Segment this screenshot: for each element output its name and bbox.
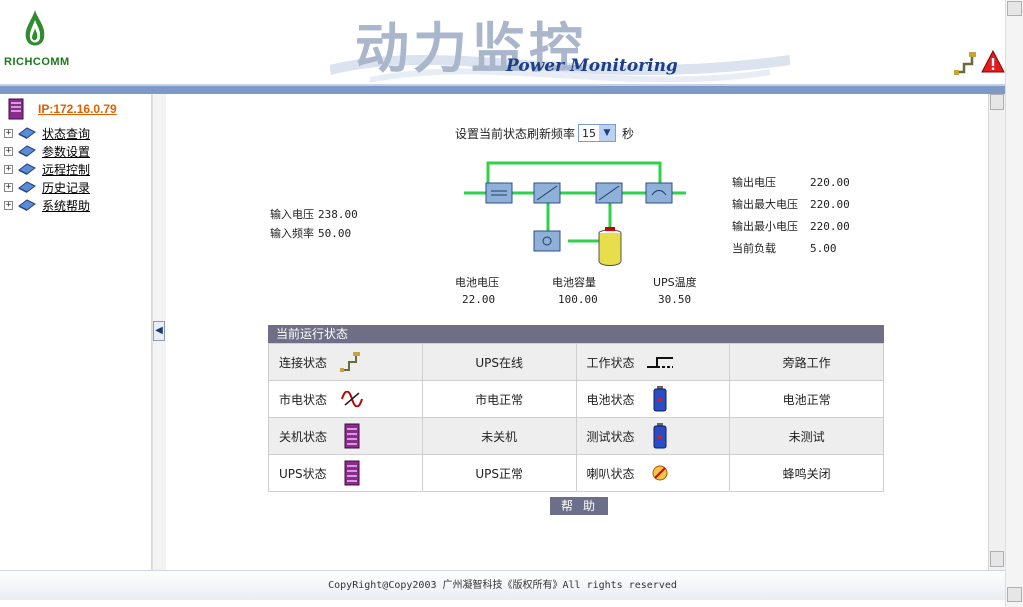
- refresh-rate-row: 设置当前状态刷新频率 15 ▼ 秒: [455, 124, 634, 142]
- banner-title-en: Power Monitoring: [506, 56, 678, 76]
- server-icon: [344, 460, 360, 486]
- ups-temp-label: UPS温度: [653, 276, 697, 289]
- plug-icon[interactable]: [954, 50, 980, 76]
- logo-drop-icon: [25, 10, 45, 46]
- status-value: 未测试: [729, 417, 884, 455]
- status-value: UPS在线: [421, 343, 577, 381]
- scroll-down-button[interactable]: [1007, 587, 1022, 602]
- plug-icon: [340, 352, 361, 372]
- status-cell: UPS状态: [268, 454, 423, 492]
- input-voltage: 输入电压 238.00: [270, 208, 358, 221]
- ip-link[interactable]: IP:172.16.0.79: [38, 102, 117, 116]
- header: RICHCOMM 动力监控 Power Monitoring: [0, 0, 1023, 94]
- expand-icon[interactable]: +: [4, 164, 13, 174]
- status-cell: 工作状态: [575, 343, 731, 381]
- status-value: 未关机: [421, 417, 577, 455]
- sidebar-item-label[interactable]: 参数设置: [42, 143, 90, 160]
- buzzer-off-icon: [652, 465, 668, 481]
- status-value: 电池正常: [729, 380, 884, 418]
- battery-icon: [653, 423, 667, 449]
- expand-icon[interactable]: +: [4, 146, 13, 156]
- status-cell: 测试状态: [575, 417, 731, 455]
- app-window: RICHCOMM 动力监控 Power Monitoring IP:172.16…: [0, 0, 1023, 607]
- sidebar-item-remote-control[interactable]: + 远程控制: [4, 160, 90, 178]
- sidebar-item-label[interactable]: 远程控制: [42, 161, 90, 178]
- scroll-down-button[interactable]: [990, 551, 1004, 567]
- table-row: 连接状态 UPS在线 工作状态 旁路工作: [268, 343, 884, 381]
- status-cell: 市电状态: [268, 380, 423, 418]
- status-table: 连接状态 UPS在线 工作状态 旁路工作 市电状态 市电正常 电池状态 电池正常…: [268, 343, 884, 492]
- status-cell: 喇叭状态: [575, 454, 731, 492]
- output-voltage: 输出电压 220.00: [732, 176, 850, 189]
- sidebar-item-status-query[interactable]: + 状态查询: [4, 124, 90, 142]
- expand-icon[interactable]: +: [4, 182, 13, 192]
- battery-tank-icon: [598, 227, 622, 266]
- status-cell: 连接状态: [268, 343, 423, 381]
- refresh-rate-unit: 秒: [622, 126, 635, 141]
- book-icon: [18, 127, 36, 139]
- status-value: UPS正常: [421, 454, 577, 492]
- output-block-icon: [645, 182, 673, 204]
- sidebar-item-history[interactable]: + 历史记录: [4, 178, 90, 196]
- inverter-block-icon: [533, 182, 561, 204]
- battery-capacity-value: 100.00: [558, 293, 598, 306]
- sidebar-item-system-help[interactable]: + 系统帮助: [4, 196, 90, 214]
- server-icon: [8, 98, 24, 120]
- chevron-down-icon[interactable]: ▼: [599, 125, 616, 141]
- ac-mains-icon: [341, 391, 363, 407]
- battery-icon: [653, 386, 667, 412]
- output-max-voltage: 输出最大电压 220.00: [732, 198, 850, 211]
- footer-copyright: CopyRight@Copy2003 广州凝智科技《版权所有》All right…: [0, 570, 1005, 600]
- table-row: 关机状态 未关机 测试状态 未测试: [268, 417, 884, 455]
- battery-voltage-value: 22.00: [462, 293, 496, 306]
- book-icon: [18, 181, 36, 193]
- current-load: 当前负载 5.00: [732, 242, 837, 255]
- status-value: 市电正常: [421, 380, 577, 418]
- help-button[interactable]: 帮助: [550, 497, 608, 515]
- switch-block-icon: [595, 182, 623, 204]
- scroll-up-button[interactable]: [1007, 1, 1022, 16]
- ip-row: IP:172.16.0.79: [8, 98, 117, 120]
- sidebar-item-label[interactable]: 状态查询: [42, 125, 90, 142]
- book-icon: [18, 163, 36, 175]
- battery-voltage-label: 电池电压: [455, 276, 499, 289]
- rectifier-block-icon: [485, 182, 513, 204]
- main-scrollbar[interactable]: [988, 94, 1005, 570]
- status-panel-title: 当前运行状态: [268, 325, 884, 343]
- bypass-icon: [646, 357, 673, 368]
- sidebar-item-label[interactable]: 系统帮助: [42, 197, 90, 214]
- refresh-rate-select[interactable]: 15 ▼: [578, 124, 617, 142]
- expand-icon[interactable]: +: [4, 200, 13, 210]
- collapse-sidebar-button[interactable]: ◀: [153, 321, 165, 341]
- sidebar-item-label[interactable]: 历史记录: [42, 179, 90, 196]
- table-row: UPS状态 UPS正常 喇叭状态 蜂鸣关闭: [268, 454, 884, 492]
- server-icon: [344, 423, 360, 449]
- status-value: 蜂鸣关闭: [729, 454, 884, 492]
- book-icon: [18, 145, 36, 157]
- output-min-voltage: 输出最小电压 220.00: [732, 220, 850, 233]
- ups-temp-value: 30.50: [658, 293, 692, 306]
- sidebar-menu: + 状态查询 + 参数设置 + 远程控制 + 历史记录 + 系统帮助: [4, 124, 90, 214]
- expand-icon[interactable]: +: [4, 128, 13, 138]
- sidebar-item-parameter-settings[interactable]: + 参数设置: [4, 142, 90, 160]
- refresh-rate-label: 设置当前状态刷新频率: [455, 126, 576, 141]
- warning-icon[interactable]: [981, 50, 1005, 74]
- book-icon: [18, 199, 36, 211]
- table-row: 市电状态 市电正常 电池状态 电池正常: [268, 380, 884, 418]
- status-cell: 电池状态: [575, 380, 731, 418]
- logo-text: RICHCOMM: [4, 56, 70, 68]
- ups-topology-diagram: [464, 161, 686, 266]
- refresh-rate-value: 15: [582, 126, 597, 140]
- battery-capacity-label: 电池容量: [552, 276, 596, 289]
- window-scrollbar[interactable]: [1005, 0, 1023, 607]
- header-bar: [0, 84, 1023, 94]
- input-frequency: 输入频率 50.00: [270, 227, 352, 240]
- charger-block-icon: [533, 230, 561, 252]
- scroll-up-button[interactable]: [990, 94, 1004, 110]
- status-cell: 关机状态: [268, 417, 423, 455]
- status-value: 旁路工作: [729, 343, 884, 381]
